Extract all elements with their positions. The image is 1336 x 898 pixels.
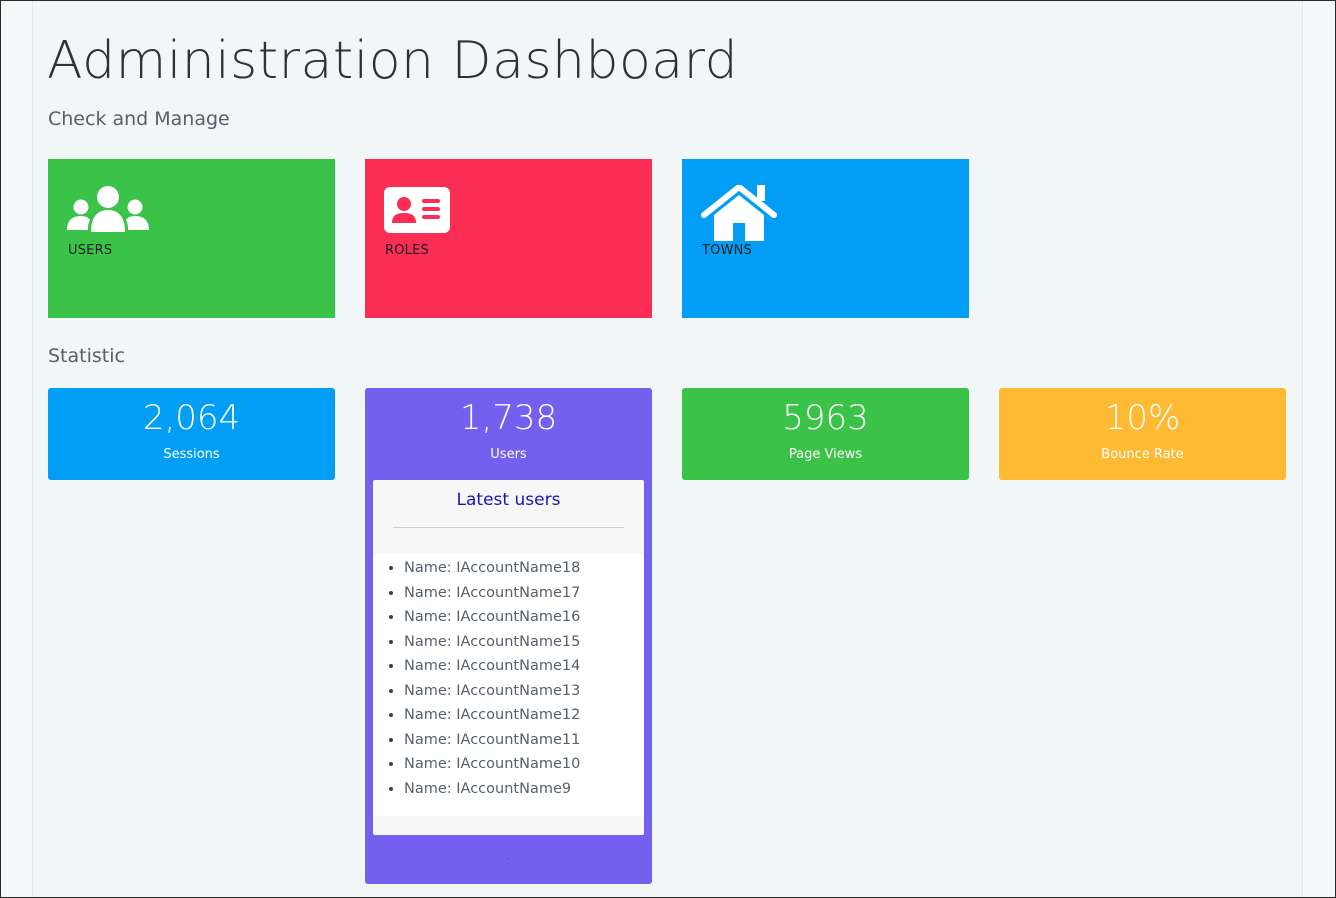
- latest-user-item: Name: IAccountName11: [404, 728, 644, 753]
- sessions-stat-card: 2,064 Sessions: [48, 388, 335, 480]
- users-tile-label: USERS: [68, 243, 113, 258]
- roles-tile-label: ROLES: [385, 243, 429, 258]
- page-subtitle: Check and Manage: [48, 108, 230, 130]
- latest-user-item: Name: IAccountName10: [404, 752, 644, 777]
- users-icon: [67, 185, 149, 239]
- latest-users-title: Latest users: [456, 490, 561, 510]
- page-title: Administration Dashboard: [47, 31, 739, 91]
- page-views-stat-card: 5963 Page Views: [682, 388, 969, 480]
- roles-tile[interactable]: ROLES: [365, 159, 652, 318]
- latest-user-item: Name: IAccountName18: [404, 556, 644, 581]
- towns-tile[interactable]: TOWNS: [682, 159, 969, 318]
- towns-tile-label: TOWNS: [702, 243, 753, 258]
- latest-user-item: Name: IAccountName15: [404, 630, 644, 655]
- users-value: 1,738: [459, 398, 558, 438]
- sessions-label: Sessions: [163, 447, 220, 462]
- users-label: Users: [490, 447, 527, 462]
- page-views-label: Page Views: [788, 447, 863, 462]
- app-window: Administration Dashboard Check and Manag…: [0, 0, 1336, 898]
- page-views-value: 5963: [782, 398, 869, 438]
- latest-user-item: Name: IAccountName16: [404, 605, 644, 630]
- latest-user-item: Name: IAccountName14: [404, 654, 644, 679]
- latest-user-item: Name: IAccountName17: [404, 581, 644, 606]
- latest-users-panel: Latest users Name: IAccountName18Name: I…: [373, 480, 644, 835]
- users-tile[interactable]: USERS: [48, 159, 335, 318]
- home-icon: [701, 184, 777, 247]
- bounce-rate-label: Bounce Rate: [1101, 447, 1184, 462]
- divider: [393, 527, 624, 528]
- statistic-heading: Statistic: [48, 345, 125, 367]
- bounce-rate-stat-card: 10% Bounce Rate: [999, 388, 1286, 480]
- more-dots: · ·: [506, 855, 510, 870]
- id-card-icon: [384, 185, 450, 239]
- latest-users-list: Name: IAccountName18Name: IAccountName17…: [373, 554, 644, 816]
- users-stat-card: 1,738 Users: [365, 388, 652, 480]
- bounce-rate-value: 10%: [1104, 398, 1181, 438]
- latest-user-item: Name: IAccountName12: [404, 703, 644, 728]
- latest-user-item: Name: IAccountName9: [404, 777, 644, 802]
- sessions-value: 2,064: [142, 398, 241, 438]
- latest-user-item: Name: IAccountName13: [404, 679, 644, 704]
